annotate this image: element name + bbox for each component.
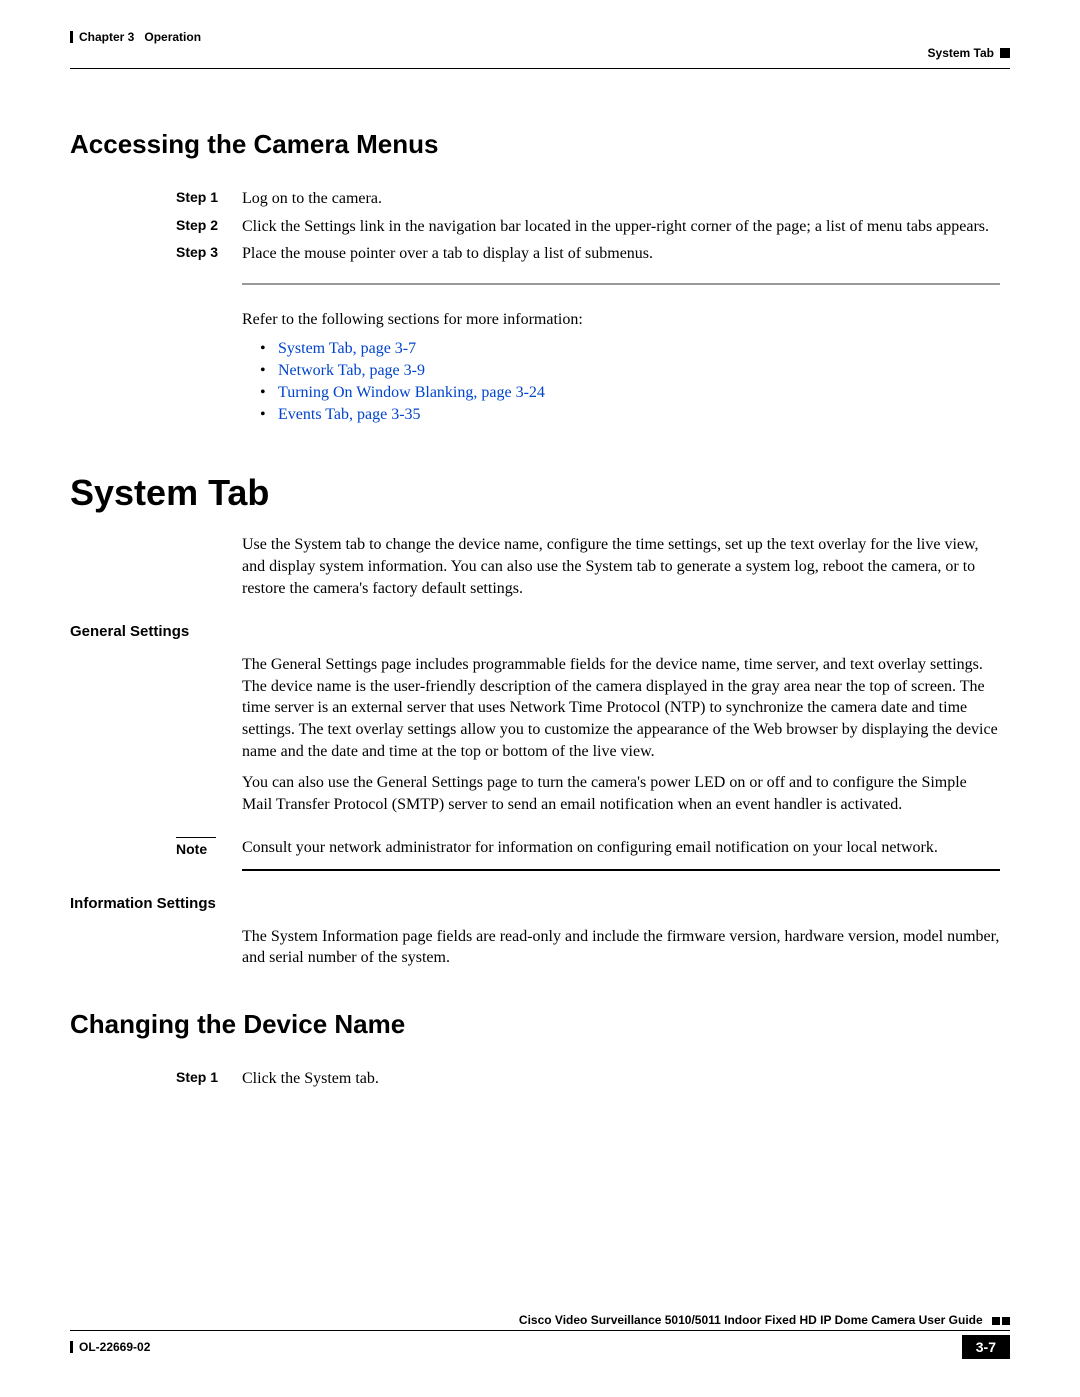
note-block: Note Consult your network administrator … — [176, 837, 1000, 859]
header-rule — [70, 68, 1010, 69]
square-icon — [1002, 1317, 1010, 1325]
list-item: Turning On Window Blanking, page 3-24 — [260, 384, 1000, 402]
cross-ref-list: System Tab, page 3-7 Network Tab, page 3… — [260, 340, 1000, 424]
step-text: Click the Settings link in the navigatio… — [242, 216, 1000, 238]
heading-accessing-menus: Accessing the Camera Menus — [70, 129, 1000, 160]
header-left: Chapter 3 Operation — [70, 30, 201, 44]
square-icon — [1000, 48, 1010, 58]
note-label: Note — [176, 837, 216, 857]
step-label: Step 1 — [176, 188, 242, 210]
doc-id: OL-22669-02 — [79, 1340, 150, 1354]
step-row: Step 1 Log on to the camera. — [176, 188, 1000, 210]
heading-general-settings: General Settings — [70, 623, 1000, 640]
step-row: Step 1 Click the System tab. — [176, 1068, 1000, 1090]
header-right: System Tab — [928, 46, 1010, 60]
page-content: Accessing the Camera Menus Step 1 Log on… — [70, 129, 1010, 1090]
steps-block-1: Step 1 Log on to the camera. Step 2 Clic… — [176, 188, 1000, 424]
general-settings-p1: The General Settings page includes progr… — [242, 654, 1000, 762]
heading-information-settings: Information Settings — [70, 895, 1000, 912]
system-tab-intro: Use the System tab to change the device … — [242, 534, 1000, 599]
step-text: Place the mouse pointer over a tab to di… — [242, 243, 1000, 265]
footer-rule — [70, 1330, 1010, 1332]
cross-ref-link[interactable]: System Tab, page 3-7 — [278, 340, 416, 357]
page-number: 3-7 — [962, 1335, 1010, 1359]
guide-title-text: Cisco Video Surveillance 5010/5011 Indoo… — [519, 1313, 983, 1327]
cross-ref-link[interactable]: Events Tab, page 3-35 — [278, 406, 421, 423]
steps-block-2: Step 1 Click the System tab. — [176, 1068, 1000, 1090]
header-bar-icon — [70, 31, 73, 43]
footer-bar-icon — [70, 1341, 73, 1353]
list-item: System Tab, page 3-7 — [260, 340, 1000, 358]
document-page: Chapter 3 Operation System Tab Accessing… — [0, 0, 1080, 1397]
step-text: Click the System tab. — [242, 1068, 1000, 1090]
section-label: System Tab — [928, 46, 994, 60]
cross-ref-link[interactable]: Turning On Window Blanking, page 3-24 — [278, 384, 545, 401]
chapter-title: Operation — [144, 30, 201, 44]
note-rule — [242, 869, 1000, 871]
step-row: Step 2 Click the Settings link in the na… — [176, 216, 1000, 238]
refer-text: Refer to the following sections for more… — [242, 309, 1000, 331]
step-label: Step 2 — [176, 216, 242, 238]
list-item: Events Tab, page 3-35 — [260, 406, 1000, 424]
information-settings-p1: The System Information page fields are r… — [242, 926, 1000, 969]
divider — [242, 283, 1000, 285]
note-text: Consult your network administrator for i… — [242, 837, 1000, 859]
page-footer: Cisco Video Surveillance 5010/5011 Indoo… — [70, 1313, 1010, 1359]
step-label: Step 1 — [176, 1068, 242, 1090]
step-label: Step 3 — [176, 243, 242, 265]
footer-guide-title: Cisco Video Surveillance 5010/5011 Indoo… — [70, 1313, 1010, 1328]
heading-changing-device-name: Changing the Device Name — [70, 1009, 1000, 1040]
step-text: Log on to the camera. — [242, 188, 1000, 210]
cross-ref-link[interactable]: Network Tab, page 3-9 — [278, 362, 425, 379]
footer-left: OL-22669-02 — [70, 1340, 150, 1354]
chapter-label: Chapter 3 — [79, 30, 134, 44]
page-header: Chapter 3 Operation — [70, 30, 1010, 44]
list-item: Network Tab, page 3-9 — [260, 362, 1000, 380]
heading-system-tab: System Tab — [70, 472, 1000, 514]
general-settings-p2: You can also use the General Settings pa… — [242, 772, 1000, 815]
square-icon — [992, 1317, 1000, 1325]
step-row: Step 3 Place the mouse pointer over a ta… — [176, 243, 1000, 265]
page-header-row2: System Tab — [70, 46, 1010, 60]
